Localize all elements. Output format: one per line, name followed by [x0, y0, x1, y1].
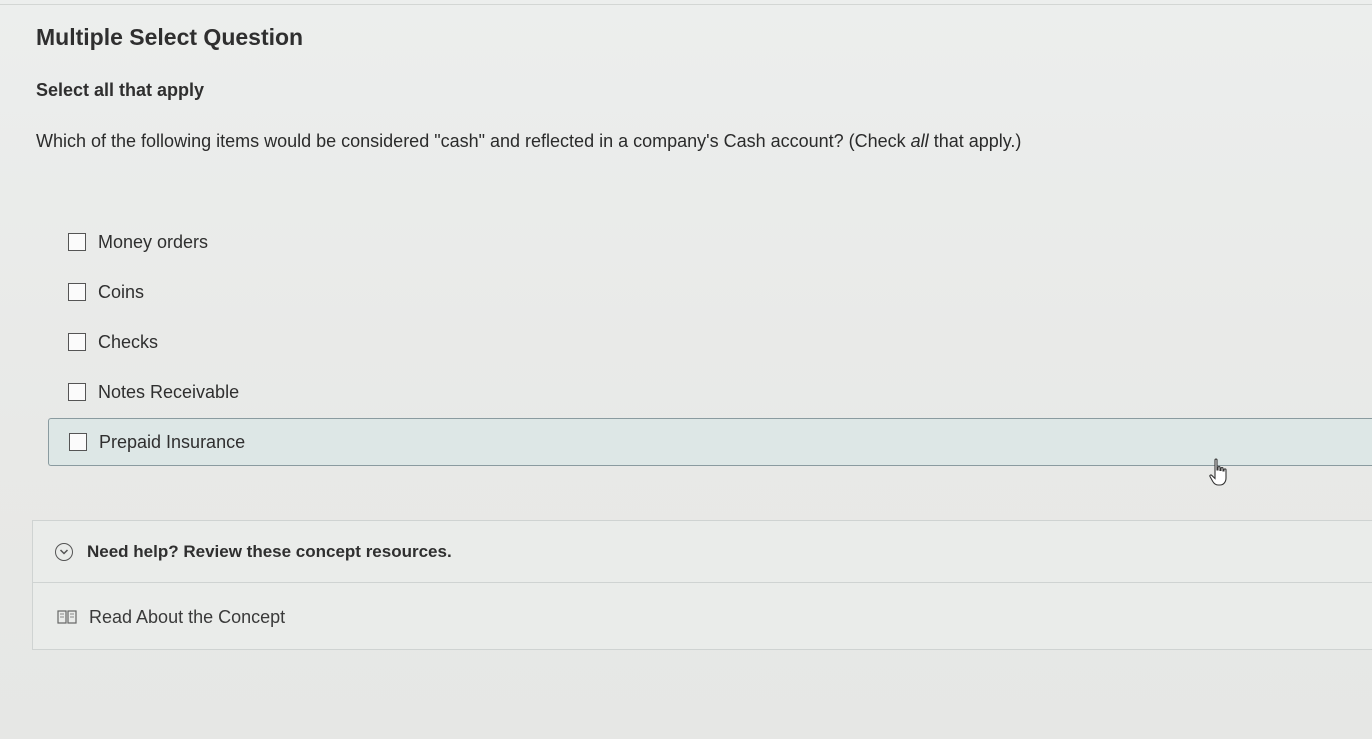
- book-icon: [57, 609, 77, 625]
- option-coins[interactable]: Coins: [48, 268, 1372, 316]
- answer-options: Money orders Coins Checks Notes Receivab…: [48, 218, 1372, 468]
- option-checks[interactable]: Checks: [48, 318, 1372, 366]
- help-resources-panel: Need help? Review these concept resource…: [32, 520, 1372, 650]
- question-page: Multiple Select Question Select all that…: [0, 0, 1372, 739]
- option-label: Money orders: [98, 231, 209, 252]
- question-instruction: Select all that apply: [36, 80, 205, 100]
- hand-pointer-icon: [1208, 458, 1230, 488]
- option-checkbox[interactable]: [68, 233, 86, 251]
- question-type-heading: Multiple Select Question: [36, 24, 304, 50]
- option-label: Coins: [98, 281, 145, 302]
- option-label: Prepaid Insurance: [99, 431, 246, 452]
- prompt-text-start: Which of the following items would be co…: [36, 131, 911, 151]
- option-checkbox[interactable]: [68, 333, 86, 351]
- option-label: Notes Receivable: [98, 381, 240, 402]
- option-label: Checks: [98, 331, 159, 352]
- help-toggle[interactable]: Need help? Review these concept resource…: [33, 521, 1372, 583]
- option-checkbox[interactable]: [68, 383, 86, 401]
- help-title: Need help? Review these concept resource…: [87, 541, 452, 561]
- question-prompt: Which of the following items would be co…: [36, 131, 1021, 152]
- option-notes-receivable[interactable]: Notes Receivable: [48, 368, 1372, 416]
- read-concept-label: Read About the Concept: [89, 606, 286, 627]
- prompt-text-end: that apply.): [928, 131, 1022, 151]
- read-concept-link[interactable]: Read About the Concept: [33, 584, 1372, 650]
- prompt-emphasis: all: [910, 131, 929, 151]
- top-divider: [0, 4, 1372, 5]
- option-checkbox[interactable]: [69, 433, 87, 451]
- chevron-down-circle-icon[interactable]: [55, 542, 73, 561]
- option-checkbox[interactable]: [68, 283, 86, 301]
- option-prepaid-insurance[interactable]: Prepaid Insurance: [48, 418, 1372, 466]
- option-money-orders[interactable]: Money orders: [48, 218, 1372, 266]
